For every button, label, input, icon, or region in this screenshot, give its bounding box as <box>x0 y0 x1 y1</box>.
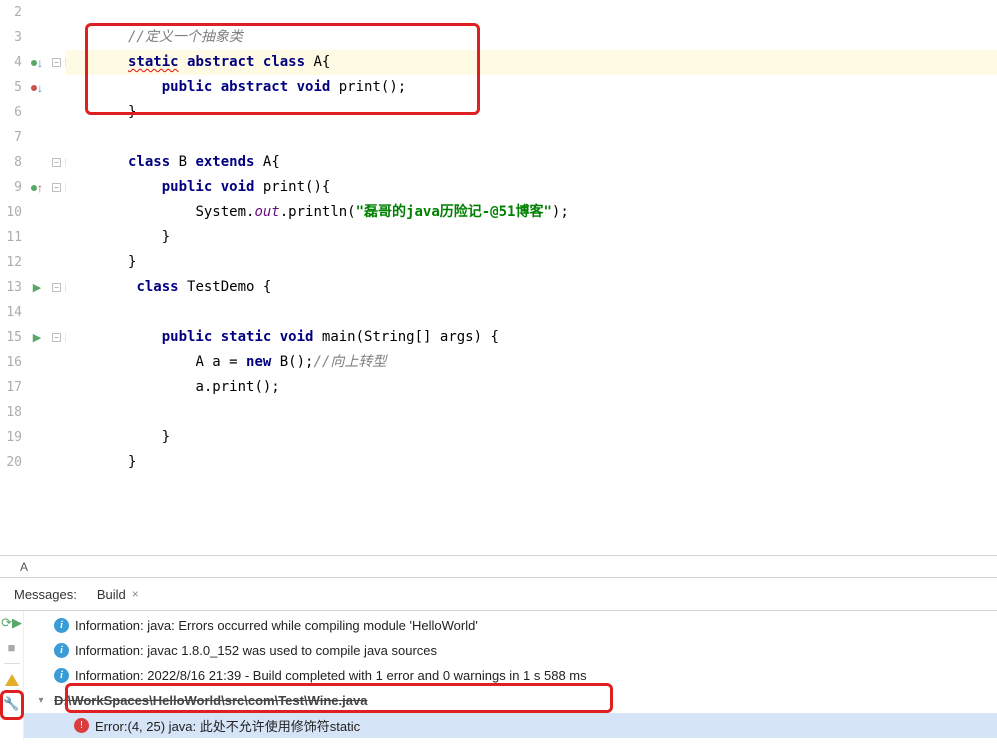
line-number: 2 <box>0 5 26 20</box>
code-editor[interactable]: 2 3 4↓− 5↓ 6 7 8− 9↑− 10 11 12 13▶− 14 1… <box>0 0 997 555</box>
messages-label: Messages: <box>4 587 87 602</box>
messages-toolbar: ⟳▶ ■ 🔧 <box>0 611 24 740</box>
gutter: 2 3 4↓− 5↓ 6 7 8− 9↑− 10 11 12 13▶− 14 1… <box>0 0 66 555</box>
line-number: 18 <box>0 405 26 420</box>
override-down-icon[interactable]: ↓ <box>26 56 48 70</box>
fold-handle[interactable]: − <box>52 333 61 342</box>
info-icon: i <box>54 618 69 633</box>
code-comment: //定义一个抽象类 <box>128 29 243 45</box>
warning-filter-button[interactable] <box>4 672 20 688</box>
line-number: 19 <box>0 430 26 445</box>
expand-toggle[interactable]: ▾ <box>34 695 48 706</box>
wrench-button[interactable]: 🔧 <box>4 696 20 712</box>
line-number: 13 <box>0 280 26 295</box>
message-file-path[interactable]: ▾ D:\WorkSpaces\HelloWorld\src\com\Test\… <box>24 688 997 713</box>
stop-button[interactable]: ■ <box>4 639 20 655</box>
info-icon: i <box>54 668 69 683</box>
error-icon: ! <box>74 718 89 733</box>
fold-handle[interactable]: − <box>52 58 61 67</box>
line-number: 4 <box>0 55 26 70</box>
line-number: 5 <box>0 80 26 95</box>
override-down-icon[interactable]: ↓ <box>26 81 48 95</box>
line-number: 6 <box>0 105 26 120</box>
line-number: 9 <box>0 180 26 195</box>
fold-handle[interactable]: − <box>52 283 61 292</box>
messages-panel: Messages: Build × ⟳▶ ■ 🔧 i Information: … <box>0 578 997 755</box>
code-content[interactable]: //定义一个抽象类 static abstract class A{ publi… <box>66 0 997 555</box>
message-row[interactable]: i Information: 2022/8/16 21:39 - Build c… <box>24 663 997 688</box>
message-row[interactable]: i Information: javac 1.8.0_152 was used … <box>24 638 997 663</box>
fold-handle[interactable]: − <box>52 158 61 167</box>
tab-build[interactable]: Build × <box>87 581 149 608</box>
line-number: 14 <box>0 305 26 320</box>
override-up-icon[interactable]: ↑ <box>26 181 48 195</box>
messages-tree[interactable]: i Information: java: Errors occurred whi… <box>24 611 997 740</box>
line-number: 20 <box>0 455 26 470</box>
line-number: 3 <box>0 30 26 45</box>
message-row[interactable]: i Information: java: Errors occurred whi… <box>24 613 997 638</box>
line-number: 10 <box>0 205 26 220</box>
info-icon: i <box>54 643 69 658</box>
rerun-button[interactable]: ⟳▶ <box>4 615 20 631</box>
line-number: 17 <box>0 380 26 395</box>
line-number: 15 <box>0 330 26 345</box>
line-number: 12 <box>0 255 26 270</box>
messages-tab-bar: Messages: Build × <box>0 578 997 611</box>
line-number: 16 <box>0 355 26 370</box>
message-error-row[interactable]: ! Error:(4, 25) java: 此处不允许使用修饰符static <box>24 713 997 738</box>
run-icon[interactable]: ▶ <box>26 331 48 344</box>
close-icon[interactable]: × <box>132 587 139 601</box>
line-number: 8 <box>0 155 26 170</box>
fold-handle[interactable]: − <box>52 183 61 192</box>
run-icon[interactable]: ▶ <box>26 281 48 294</box>
line-number: 7 <box>0 130 26 145</box>
breadcrumb[interactable]: A <box>0 555 997 578</box>
line-number: 11 <box>0 230 26 245</box>
breadcrumb-item[interactable]: A <box>0 560 68 574</box>
